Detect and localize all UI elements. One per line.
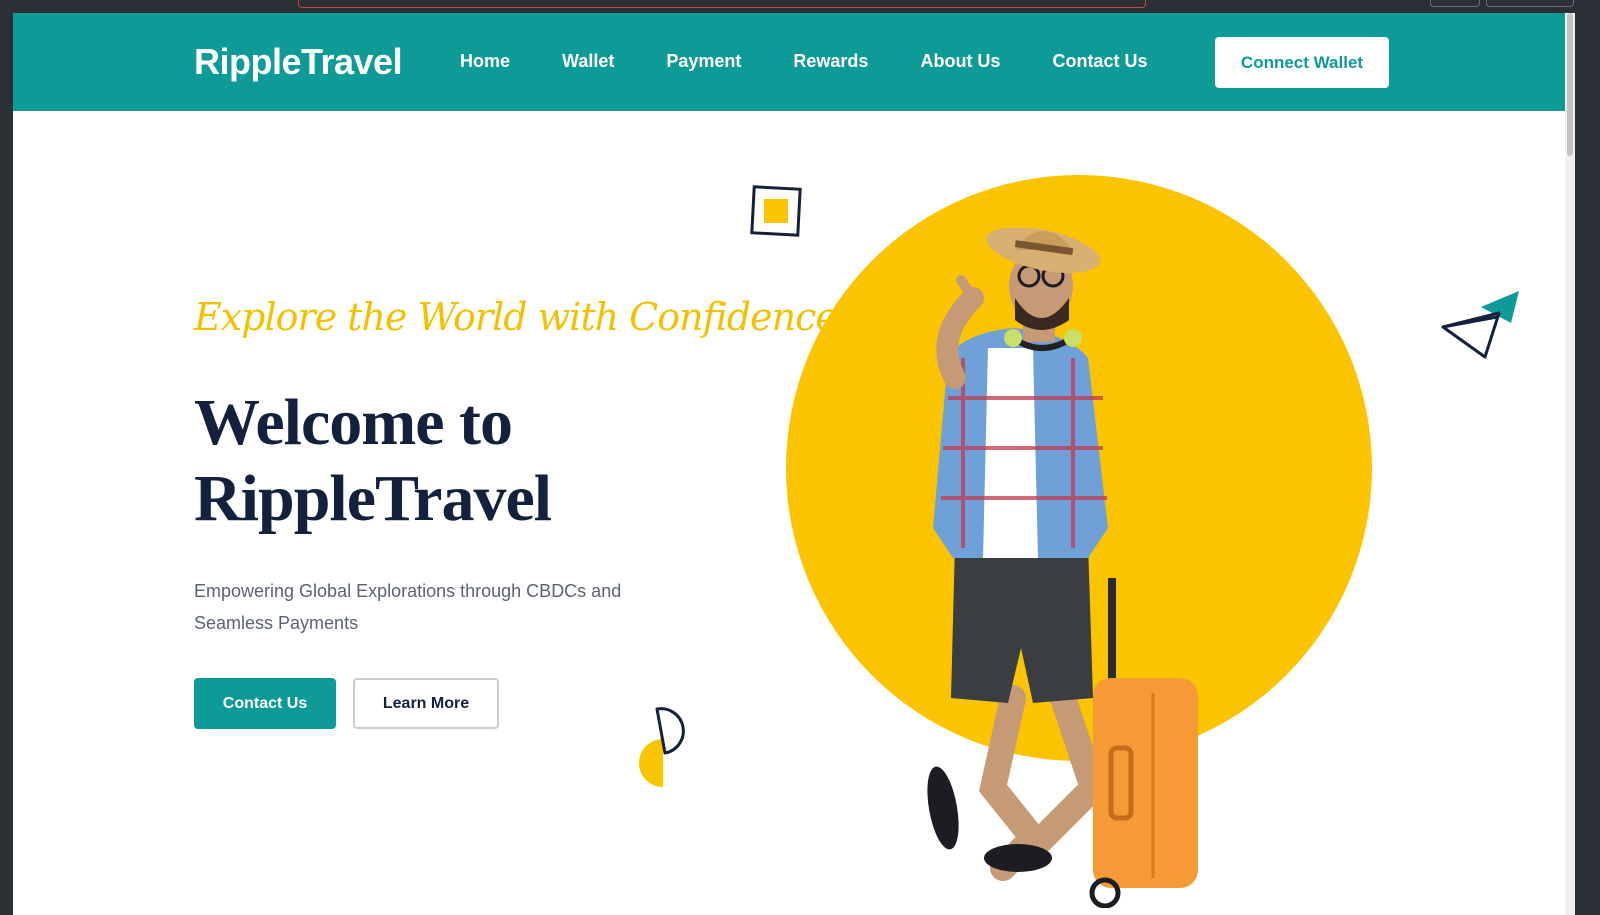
hero-title-line-2: RippleTravel <box>194 462 552 535</box>
site-logo[interactable]: RippleTravel <box>194 41 403 83</box>
site-header: RippleTravel Home Wallet Payment Rewards… <box>13 13 1565 111</box>
nav-payment[interactable]: Payment <box>666 51 741 72</box>
nav-rewards[interactable]: Rewards <box>793 51 868 72</box>
nav-about-us[interactable]: About Us <box>920 51 1000 72</box>
browser-button[interactable] <box>1486 0 1574 7</box>
square-frame-icon <box>750 185 802 237</box>
page-viewport: RippleTravel Home Wallet Payment Rewards… <box>13 13 1575 915</box>
vertical-scrollbar[interactable] <box>1565 13 1575 915</box>
nav-home[interactable]: Home <box>460 51 510 72</box>
connect-wallet-button[interactable]: Connect Wallet <box>1215 37 1389 88</box>
hero-title: Welcome to RippleTravel <box>194 385 794 537</box>
half-circle-icon <box>639 707 685 787</box>
contact-us-button[interactable]: Contact Us <box>194 678 336 729</box>
hero-subtitle: Empowering Global Explorations through C… <box>194 581 622 633</box>
learn-more-button[interactable]: Learn More <box>353 678 499 729</box>
address-bar[interactable] <box>298 0 1146 8</box>
browser-chrome <box>0 0 1600 13</box>
scrollbar-thumb[interactable] <box>1567 13 1573 156</box>
traveler-illustration <box>927 228 1198 908</box>
nav-wallet[interactable]: Wallet <box>562 51 614 72</box>
browser-button[interactable] <box>1430 0 1480 7</box>
nav-contact-us[interactable]: Contact Us <box>1052 51 1147 72</box>
hero-tagline: Explore the World with Confidence <box>194 295 838 339</box>
hero-title-line-1: Welcome to <box>194 386 513 459</box>
main-nav: Home Wallet Payment Rewards About Us Con… <box>460 51 1199 72</box>
paper-plane-icon <box>1441 291 1519 359</box>
